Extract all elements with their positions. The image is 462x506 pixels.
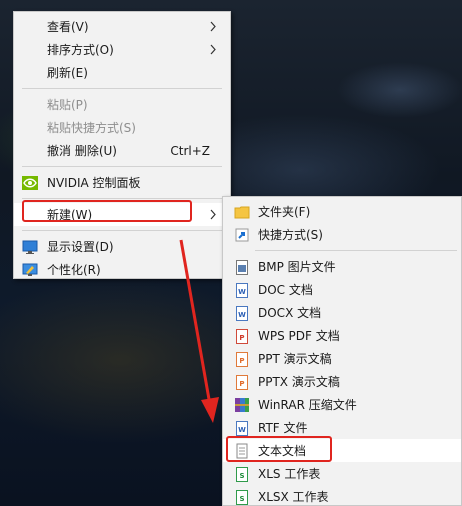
submenu-item-winrar[interactable]: WinRAR 压缩文件 [223, 393, 461, 416]
chevron-right-icon [210, 44, 216, 55]
xls-file-icon: S [234, 466, 250, 482]
chevron-right-icon [210, 21, 216, 32]
menu-separator [14, 162, 230, 171]
personalize-icon [22, 262, 38, 278]
display-settings-icon [22, 239, 38, 255]
submenu-item-doc[interactable]: W DOC 文档 [223, 278, 461, 301]
bmp-file-icon [234, 259, 250, 275]
submenu-item-label: 快捷方式(S) [258, 228, 323, 242]
menu-item-label: NVIDIA 控制面板 [47, 176, 141, 190]
submenu-item-folder[interactable]: 文件夹(F) [223, 200, 461, 223]
submenu-item-label: BMP 图片文件 [258, 260, 336, 274]
menu-item-shortcut: Ctrl+Z [170, 143, 210, 158]
xlsx-file-icon: S [234, 489, 250, 505]
menu-item-sort[interactable]: 排序方式(O) [14, 38, 230, 61]
menu-item-label: 查看(V) [47, 20, 89, 34]
submenu-item-docx[interactable]: W DOCX 文档 [223, 301, 461, 324]
nvidia-icon [22, 175, 38, 191]
submenu-item-label: 文件夹(F) [258, 205, 311, 219]
submenu-item-label: PPTX 演示文稿 [258, 375, 340, 389]
menu-item-view[interactable]: 查看(V) [14, 15, 230, 38]
shortcut-icon [234, 227, 250, 243]
ppt-file-icon: P [234, 351, 250, 367]
submenu-item-label: DOC 文档 [258, 283, 313, 297]
rtf-file-icon: W [234, 420, 250, 436]
doc-file-icon: W [234, 282, 250, 298]
submenu-item-label: DOCX 文档 [258, 306, 322, 320]
menu-item-nvidia-control-panel[interactable]: NVIDIA 控制面板 [14, 171, 230, 194]
menu-item-refresh[interactable]: 刷新(E) [14, 61, 230, 84]
menu-item-label: 粘贴(P) [47, 98, 88, 112]
submenu-item-xlsx[interactable]: S XLSX 工作表 [223, 485, 461, 506]
submenu-item-shortcut[interactable]: 快捷方式(S) [223, 223, 461, 246]
menu-item-label: 撤消 删除(U) [47, 144, 117, 158]
menu-separator [223, 246, 461, 255]
submenu-item-bmp[interactable]: BMP 图片文件 [223, 255, 461, 278]
submenu-item-label: XLSX 工作表 [258, 490, 329, 504]
submenu-item-xls[interactable]: S XLS 工作表 [223, 462, 461, 485]
submenu-item-label: WinRAR 压缩文件 [258, 398, 357, 412]
submenu-item-label: XLS 工作表 [258, 467, 321, 481]
annotation-highlight-new [22, 200, 192, 222]
submenu-item-label: PPT 演示文稿 [258, 352, 332, 366]
folder-icon [234, 204, 250, 220]
submenu-item-ppt[interactable]: P PPT 演示文稿 [223, 347, 461, 370]
menu-item-personalize[interactable]: 个性化(R) [14, 258, 230, 281]
menu-item-label: 个性化(R) [47, 263, 101, 277]
submenu-item-pptx[interactable]: P PPTX 演示文稿 [223, 370, 461, 393]
submenu-item-label: WPS PDF 文档 [258, 329, 340, 343]
menu-item-display-settings[interactable]: 显示设置(D) [14, 235, 230, 258]
annotation-highlight-text-document [226, 436, 332, 462]
menu-item-paste-shortcut[interactable]: 粘贴快捷方式(S) [14, 116, 230, 139]
menu-item-undo-delete[interactable]: 撤消 删除(U) Ctrl+Z [14, 139, 230, 162]
winrar-icon [234, 397, 250, 413]
pptx-file-icon: P [234, 374, 250, 390]
menu-separator [14, 226, 230, 235]
menu-separator [14, 84, 230, 93]
menu-item-label: 排序方式(O) [47, 43, 114, 57]
desktop-context-menu: 查看(V) 排序方式(O) 刷新(E) 粘贴(P) 粘贴快捷方式(S) 撤消 删… [13, 11, 231, 279]
menu-item-paste[interactable]: 粘贴(P) [14, 93, 230, 116]
submenu-item-wps-pdf[interactable]: P WPS PDF 文档 [223, 324, 461, 347]
docx-file-icon: W [234, 305, 250, 321]
menu-item-label: 粘贴快捷方式(S) [47, 121, 136, 135]
submenu-item-label: RTF 文件 [258, 421, 308, 435]
menu-item-label: 显示设置(D) [47, 240, 114, 254]
pdf-file-icon: P [234, 328, 250, 344]
menu-item-label: 刷新(E) [47, 66, 88, 80]
chevron-right-icon [210, 209, 216, 220]
